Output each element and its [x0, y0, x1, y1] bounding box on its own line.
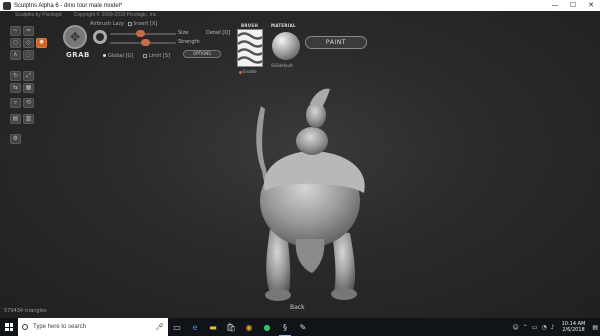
brush-enable[interactable]: Enable [239, 69, 257, 74]
size-label: Size [178, 30, 189, 36]
symmetry-tool-button[interactable]: ⇆ [10, 83, 21, 93]
global-radio[interactable] [103, 54, 106, 57]
strength-label: Strength [178, 39, 200, 45]
wireframe-tool-button[interactable]: ▥ [23, 114, 34, 124]
app-taskbar-icon[interactable]: ✎ [294, 318, 312, 336]
grab-tool-button[interactable]: ✥ [36, 38, 47, 48]
network-icon[interactable]: ◔ [542, 324, 547, 331]
invert-checkbox[interactable] [127, 21, 132, 26]
minimize-button[interactable]: — [548, 0, 562, 11]
view-label: Back [290, 304, 305, 311]
invert-label: Invert [X] [133, 21, 158, 27]
taskbar: Type here to search 🎤︎ ▭ e ▬ 🛍︎ ◉ ● § ✎ … [0, 318, 600, 336]
material-preview[interactable] [272, 32, 300, 60]
task-view-icon[interactable]: ▭ [168, 318, 186, 336]
brush-thumbnail[interactable] [237, 29, 263, 67]
crease-tool-button[interactable]: ∧ [10, 50, 21, 60]
limit-label: Limit [S] [148, 53, 170, 59]
close-button[interactable]: ✕ [584, 0, 598, 11]
show-hidden-icon[interactable]: ⌃ [523, 324, 528, 331]
subdivide-tool-button[interactable]: ▤ [10, 114, 21, 124]
settings-tool-button[interactable]: ⚙ [10, 134, 21, 144]
brush-header: BRUSH [241, 23, 259, 28]
search-icon [22, 324, 28, 330]
material-name: SSSdefault [271, 63, 293, 68]
title-bar: Sculptris Alpha 6 - dino tour male model… [0, 0, 600, 11]
grab-label: GRAB [66, 51, 90, 59]
sculpt-viewport[interactable]: Sculptris by Pixologic Copyright © 2009-… [0, 11, 600, 318]
system-tray: ☺ ⌃ ▭ ◔ ♪ 10:14 AM 2/6/2018 ▤ [513, 318, 598, 336]
brush-pattern-icon [238, 32, 262, 64]
global-label: Global [G] [108, 53, 134, 59]
smooth-tool-button[interactable]: ◌ [23, 50, 34, 60]
reduce-tool-button[interactable]: ▿ [10, 98, 21, 108]
notifications-icon[interactable]: ▤ [592, 324, 598, 331]
sculpted-model[interactable] [240, 81, 380, 306]
taskbar-search[interactable]: Type here to search 🎤︎ [18, 318, 168, 336]
strength-slider-knob[interactable] [141, 39, 151, 46]
pinch-tool-button[interactable]: ◇ [23, 38, 34, 48]
chrome-icon[interactable]: ◉ [240, 318, 258, 336]
triangle-count: 579434 triangles [4, 308, 47, 314]
options-button[interactable]: OPTIONS [183, 50, 221, 58]
grab-tool-icon[interactable]: ✥ [63, 25, 87, 49]
mask-tool-button[interactable]: ▦ [23, 83, 34, 93]
battery-icon[interactable]: ▭ [532, 324, 538, 331]
scale-tool-button[interactable]: ⤢ [23, 71, 34, 81]
volume-icon[interactable]: ♪ [551, 324, 555, 331]
credits: Sculptris by Pixologic Copyright © 2009-… [15, 12, 168, 18]
start-button[interactable] [0, 318, 18, 336]
enable-label: Enable [243, 69, 257, 74]
draw-tool-button[interactable]: ~ [10, 26, 21, 36]
file-explorer-icon[interactable]: ▬ [204, 318, 222, 336]
search-placeholder: Type here to search [33, 324, 87, 330]
window-title: Sculptris Alpha 6 - dino tour male model… [14, 2, 123, 9]
airbrush-checkbox-label[interactable]: Airbrush [90, 21, 111, 27]
size-slider-knob[interactable] [135, 30, 145, 37]
sculptris-taskbar-icon[interactable]: § [276, 318, 294, 336]
windows-icon [5, 323, 13, 331]
store-icon[interactable]: 🛍︎ [222, 318, 240, 336]
scope-options: Global [G] Limit [S] [103, 53, 170, 59]
clock[interactable]: 10:14 AM 2/6/2018 [562, 321, 586, 333]
spotify-icon[interactable]: ● [258, 318, 276, 336]
microphone-icon[interactable]: 🎤︎ [155, 323, 164, 331]
undo-tool-button[interactable]: ⟲ [23, 98, 34, 108]
credit-text: Sculptris by Pixologic [15, 12, 63, 18]
maximize-button[interactable]: ☐ [566, 0, 580, 11]
lazy-label[interactable]: Lazy [113, 21, 124, 27]
material-header: MATERIAL [271, 23, 296, 28]
strength-slider-row: Strength [110, 39, 240, 47]
inflate-tool-button[interactable]: ○ [10, 38, 21, 48]
copyright-text: Copyright © 2009-2010 Pixologic, Inc. [73, 12, 158, 18]
enable-radio[interactable] [239, 70, 242, 74]
rotate-tool-button[interactable]: ↻ [10, 71, 21, 81]
clock-date: 2/6/2018 [562, 327, 585, 333]
sculptris-app-icon [3, 1, 11, 10]
detail-label[interactable]: Detail [Q] [206, 30, 230, 36]
limit-checkbox[interactable] [142, 53, 147, 58]
brush-falloff-icon[interactable] [93, 30, 107, 44]
size-slider-row: Size Detail [Q] [110, 30, 240, 38]
edge-icon[interactable]: e [186, 318, 204, 336]
flatten-tool-button[interactable]: ≈ [23, 26, 34, 36]
people-icon[interactable]: ☺ [513, 324, 519, 331]
airbrush-options: Airbrush Lazy Invert [X] [90, 21, 157, 27]
paint-button[interactable]: PAINT [305, 36, 367, 49]
